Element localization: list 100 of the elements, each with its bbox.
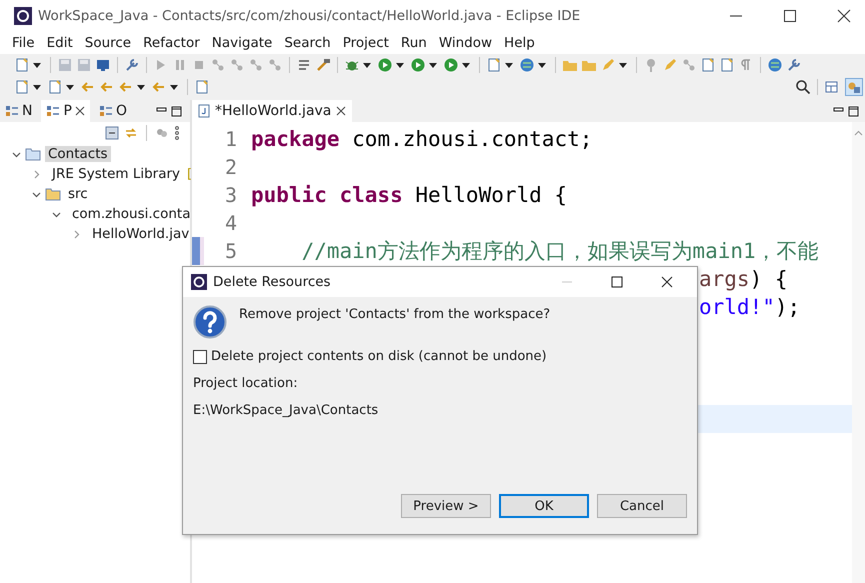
scroll-up-icon[interactable] [854, 130, 863, 136]
caret-icon[interactable] [363, 62, 371, 68]
menu-item[interactable]: Edit [40, 35, 79, 51]
caret-icon[interactable] [619, 62, 627, 68]
app-icon [14, 7, 32, 25]
menu-item[interactable]: Project [336, 35, 395, 51]
view-tab[interactable]: P [41, 100, 90, 122]
tree-item[interactable]: Contacts [45, 146, 111, 162]
view-tab[interactable]: N [0, 100, 38, 122]
caret-icon[interactable] [429, 62, 437, 68]
caret-icon[interactable] [33, 62, 41, 68]
caret-icon[interactable] [505, 62, 513, 68]
chevron-icon[interactable] [52, 210, 61, 218]
node-icon[interactable] [210, 57, 226, 73]
page-icon[interactable] [14, 79, 30, 95]
caret-icon[interactable] [137, 84, 145, 90]
maximize-icon[interactable] [171, 106, 182, 116]
run-icon[interactable] [410, 57, 426, 73]
dialog-button[interactable]: Preview > [401, 494, 491, 518]
run-icon[interactable] [377, 57, 393, 73]
java-perspective-icon[interactable] [845, 78, 863, 96]
close-icon[interactable] [74, 106, 85, 116]
view-icon [5, 104, 19, 118]
page-icon[interactable] [719, 57, 735, 73]
menu-item[interactable]: Window [432, 35, 498, 51]
menu-item[interactable]: Search [278, 35, 337, 51]
caret-icon[interactable] [170, 84, 178, 90]
code-line: args) { [699, 267, 788, 291]
close-icon[interactable] [837, 9, 851, 23]
caret-icon[interactable] [396, 62, 404, 68]
filter-icon[interactable] [155, 126, 169, 140]
menu-item[interactable]: Navigate [206, 35, 278, 51]
wrench-icon[interactable] [786, 57, 802, 73]
code-line: public class HelloWorld { [251, 183, 568, 207]
line-number: 4 [224, 211, 238, 235]
folder-icon [45, 187, 61, 201]
dialog-button[interactable]: Cancel [597, 494, 687, 518]
hammer-icon[interactable] [315, 57, 331, 73]
close-icon[interactable] [661, 276, 673, 288]
caret-icon[interactable] [66, 84, 74, 90]
line-number: 3 [224, 183, 238, 207]
globe-icon[interactable] [767, 57, 783, 73]
tree-item[interactable]: JRE System Library [49, 166, 184, 182]
monitor-icon[interactable] [95, 57, 111, 73]
page-icon[interactable] [47, 79, 63, 95]
checkbox-label[interactable]: Delete project contents on disk (cannot be undone) [211, 349, 547, 364]
view-icon [98, 104, 113, 118]
maximize-icon[interactable] [848, 106, 859, 116]
link-icon[interactable] [124, 126, 138, 140]
tree-item-suffix: [ [187, 166, 192, 182]
view-icon [46, 104, 60, 118]
maximize-icon[interactable] [783, 9, 797, 23]
chevron-icon[interactable] [12, 150, 21, 158]
search-icon[interactable] [795, 79, 811, 95]
node-icon[interactable] [229, 57, 245, 73]
editor-tab[interactable]: *HelloWorld.java [192, 100, 352, 122]
maximize-icon[interactable] [611, 276, 623, 288]
menu-item[interactable]: Run [394, 35, 433, 51]
app-icon [191, 274, 207, 290]
question-icon [193, 305, 227, 339]
location-label: Project location: [193, 376, 299, 391]
close-icon[interactable] [336, 106, 346, 116]
perspective-icon[interactable] [824, 79, 840, 95]
more-icon[interactable] [174, 126, 180, 140]
menu-item[interactable]: Source [78, 35, 138, 51]
line-number: 1 [224, 127, 238, 151]
caret-icon[interactable] [462, 62, 470, 68]
scroll-bar[interactable] [852, 122, 865, 583]
dialog-button[interactable]: OK [499, 494, 589, 518]
page-icon[interactable] [700, 57, 716, 73]
folder-icon [25, 147, 41, 161]
tree-item[interactable]: HelloWorld.jav [89, 226, 192, 242]
tree-item[interactable]: src [65, 186, 91, 202]
menu-item[interactable]: File [6, 35, 41, 51]
page-icon[interactable] [486, 57, 502, 73]
wrench-icon[interactable] [124, 57, 140, 73]
globe-icon[interactable] [519, 57, 535, 73]
page-icon[interactable] [194, 79, 210, 95]
menu-item[interactable]: Help [498, 35, 541, 51]
line-number: 5 [224, 239, 238, 263]
view-tab[interactable]: O [94, 100, 132, 122]
run-icon[interactable] [443, 57, 459, 73]
checkbox[interactable] [193, 350, 207, 364]
window-title: WorkSpace_Java - Contacts/src/com/zhousi/contact/HelloWorld.java - Eclipse IDE [38, 8, 580, 24]
caret-icon[interactable] [33, 84, 41, 90]
node-icon[interactable] [248, 57, 264, 73]
code-line: orld!"); [699, 295, 800, 319]
file-icon [198, 104, 210, 118]
location-path: E:\WorkSpace_Java\Contacts [193, 403, 380, 418]
message-text: Remove project 'Contacts' from the workspace? [239, 306, 550, 322]
collapse-all-icon[interactable] [105, 126, 119, 140]
chevron-icon[interactable] [32, 190, 41, 198]
code-line: package com.zhousi.contact; [251, 127, 592, 151]
page-icon[interactable] [14, 57, 30, 73]
node-icon[interactable] [267, 57, 283, 73]
code-line: //main方法作为程序的入口，如果误写为main1，不能 [300, 238, 819, 265]
caret-icon[interactable] [538, 62, 546, 68]
tree-item[interactable]: com.zhousi.conta [69, 206, 194, 222]
menu-item[interactable]: Refactor [137, 35, 206, 51]
node-icon[interactable] [681, 57, 697, 73]
